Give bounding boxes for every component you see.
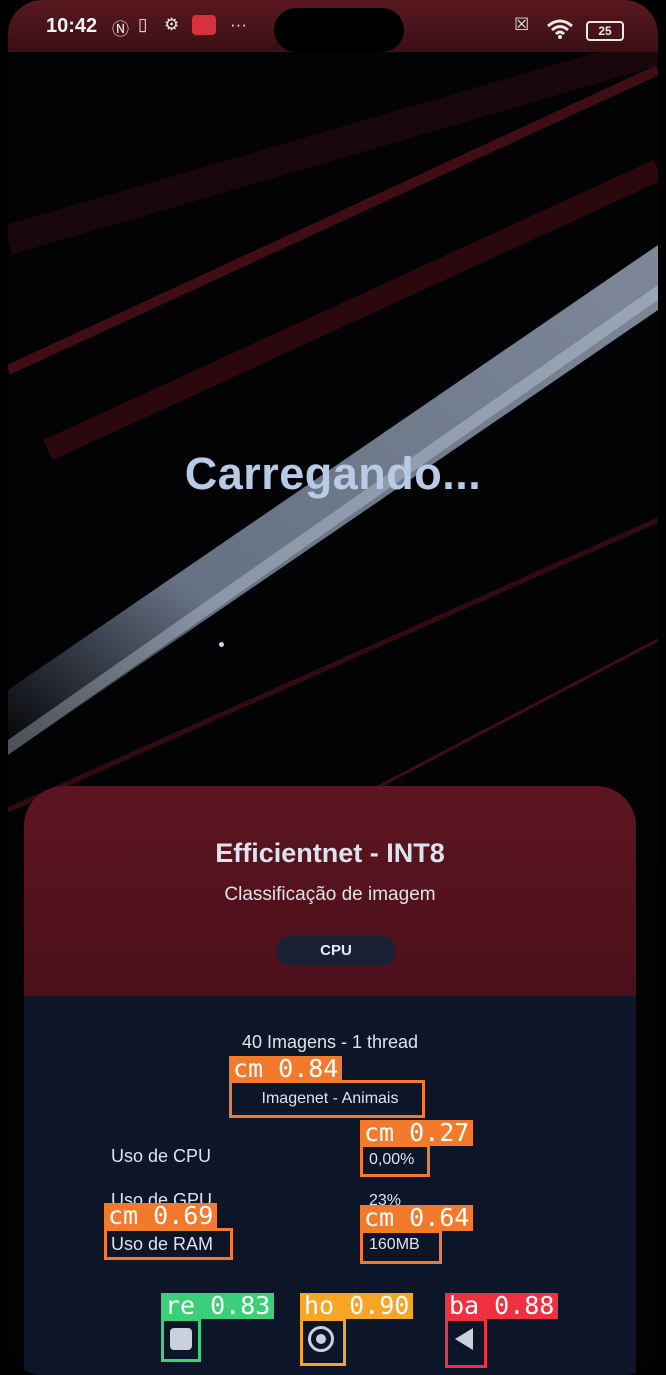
nfc-icon: Ⓝ xyxy=(112,20,129,39)
detection-box xyxy=(229,1080,425,1118)
detection-tag: cm 0.64 xyxy=(360,1205,474,1231)
task-label: Classificação de imagem xyxy=(224,884,436,905)
detection-tag: cm 0.27 xyxy=(360,1120,474,1146)
detection-box xyxy=(300,1318,346,1366)
status-bar: 10:42 Ⓝ ▯ ⚙ ··· ☒ 25 xyxy=(8,0,658,52)
detection-tag: re 0.83 xyxy=(161,1293,275,1319)
more-icon: ··· xyxy=(230,15,247,34)
detection-tag: ho 0.90 xyxy=(300,1293,414,1319)
detection-box xyxy=(161,1318,201,1362)
loading-title: Carregando... xyxy=(184,448,482,499)
detection-box xyxy=(360,1230,442,1264)
camera-notch xyxy=(274,8,404,52)
detection-box xyxy=(445,1318,487,1368)
wifi-icon xyxy=(547,19,573,39)
app-screen: 10:42 Ⓝ ▯ ⚙ ··· ☒ 25 Carregando... Effic… xyxy=(8,0,658,1375)
run-info: 40 Imagens - 1 thread xyxy=(241,1032,419,1052)
settings-icon: ⚙ xyxy=(164,15,180,34)
model-name: Efficientnet - INT8 xyxy=(215,838,445,868)
detection-tag: ba 0.88 xyxy=(445,1293,559,1319)
no-sim-icon: ☒ xyxy=(514,15,530,34)
card-header: Efficientnet - INT8 Classificação de ima… xyxy=(24,786,636,996)
detection-box xyxy=(360,1144,430,1177)
loading-indicator xyxy=(219,642,224,647)
detection-tag: cm 0.84 xyxy=(229,1056,343,1082)
mail-icon xyxy=(192,15,216,35)
clock: 10:42 xyxy=(46,15,98,37)
detection-tag: cm 0.69 xyxy=(104,1203,218,1229)
detection-box xyxy=(104,1228,233,1260)
battery-icon: 25 xyxy=(586,21,624,41)
device-chip[interactable]: CPU xyxy=(276,936,396,966)
cpu-usage-label: Uso de CPU xyxy=(111,1146,212,1166)
sim-icon: ▯ xyxy=(138,15,148,34)
phone-frame: 10:42 Ⓝ ▯ ⚙ ··· ☒ 25 Carregando... Effic… xyxy=(0,0,666,1375)
